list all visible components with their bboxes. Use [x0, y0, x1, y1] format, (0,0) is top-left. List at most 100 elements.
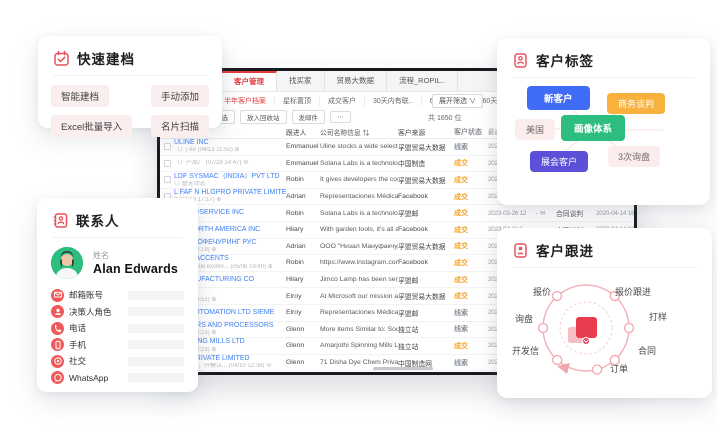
row-checkbox-cell	[160, 143, 174, 150]
company-link[interactable]: L FAF N HLGPRO PRIVATE LIMITED	[174, 189, 286, 197]
follow-up-steps: 报价报价跟进询盘打样开发信合同订单	[497, 228, 712, 398]
company-link[interactable]: ULINE INC	[174, 139, 286, 147]
filter-item[interactable]: 成交客户	[319, 96, 364, 106]
tab-item[interactable]: 流程_ROPIL..	[387, 71, 458, 91]
person-icon	[51, 305, 64, 318]
status-badge: 线索	[454, 324, 488, 334]
quick-create-card: 快速建档 智能建档手动添加Excel批量导入名片扫描	[38, 36, 222, 128]
customer-tag[interactable]: 美国	[515, 119, 555, 140]
source-cell: Facebook	[398, 259, 454, 266]
expand-filter-button[interactable]: 展开筛选 ∨	[432, 94, 483, 108]
filter-item[interactable]: 星标置顶	[274, 96, 319, 106]
status-badge: 成交	[454, 175, 488, 185]
description-cell: ООО "Низал Мануфакчуринг...	[320, 243, 398, 250]
tab-active[interactable]: 客户管理	[222, 71, 277, 91]
customer-tag[interactable]: 商务谈判	[607, 93, 665, 114]
status-badge: 成交	[454, 341, 488, 351]
horizontal-scrollbar[interactable]	[373, 367, 433, 370]
status-badge: 成交	[454, 192, 488, 202]
source-cell: 中国制造	[398, 158, 454, 168]
customer-tag[interactable]: 新客户	[527, 86, 590, 110]
owner-cell: Emmanuel	[286, 160, 320, 167]
company-subtext: 〔〕| ee (04/13 11:52) ⊕	[174, 147, 286, 154]
contact-field-input[interactable]	[128, 340, 184, 349]
customer-tag[interactable]: 展会客户	[530, 151, 588, 172]
status-badge: 成交	[454, 158, 488, 168]
total-count: 共 1650 位	[428, 113, 461, 123]
description-cell: With garden tools, it's all about ...	[320, 226, 398, 233]
last-contact-cell: 2023-03-26 12	[488, 210, 536, 217]
owner-cell: Glenn	[286, 326, 320, 333]
phone-icon	[51, 322, 64, 335]
customer-tag[interactable]: 3次询盘	[608, 146, 660, 167]
quick-create-button[interactable]: 智能建档	[51, 85, 109, 107]
mobile-icon	[51, 338, 64, 351]
avatar	[51, 247, 83, 279]
contact-field-input[interactable]	[128, 324, 184, 333]
quick-create-button-row: 智能建档 手动添加	[51, 85, 209, 107]
mail-cell: - ✉	[536, 209, 556, 217]
source-cell: 孚盟贸易大数据	[398, 175, 454, 185]
contact-field: 手机	[51, 337, 184, 354]
customer-tag[interactable]: 画像体系	[561, 115, 625, 141]
follow-up-step: 报价跟进	[615, 285, 651, 298]
contact-field-input[interactable]	[128, 307, 184, 316]
description-cell: More items Similar to: Souther...	[320, 326, 398, 333]
follow-up-step: 合同	[638, 344, 656, 357]
owner-cell: Hilary	[286, 226, 320, 233]
action-button[interactable]: 发邮件	[292, 110, 326, 124]
checkbox[interactable]	[164, 176, 171, 183]
company-link[interactable]: LDF SYSMAC（INDIA）PVT LTD	[174, 173, 286, 181]
description-cell: Solana Labs is a technology co...	[320, 210, 398, 217]
checkbox[interactable]	[164, 160, 171, 167]
customer-tags-card: 客户标签 新客户商务谈判美国画像体系展会客户3次询盘	[497, 38, 710, 205]
description-cell: Solana Labs is a technology co...	[320, 160, 398, 167]
follow-up-step: 开发信	[512, 344, 539, 357]
source-cell: 孚盟贸易大数据	[398, 291, 454, 301]
source-cell: 孚盟邮	[398, 275, 454, 285]
quick-create-title: 快速建档	[77, 48, 135, 68]
status-badge: 线索	[454, 358, 488, 368]
owner-cell: Hilary	[286, 276, 320, 283]
quick-create-button[interactable]: 名片扫描	[151, 115, 209, 137]
page: 客户管理找买家贸易大数据流程_ROPIL.. 半年客户档案 星标置顶成交客户30…	[0, 0, 717, 425]
contact-field-label: 手机	[69, 339, 123, 351]
source-cell: 孚盟邮	[398, 308, 454, 318]
column-header[interactable]: 客户来源	[398, 127, 454, 137]
column-header[interactable]: 客户状态	[454, 127, 488, 137]
mail-icon	[51, 289, 64, 302]
filter-preset[interactable]: 半年客户档案	[224, 96, 274, 106]
status-badge: 成交	[454, 258, 488, 268]
quick-create-button[interactable]: 手动添加	[151, 85, 209, 107]
tab-item[interactable]: 找买家	[277, 71, 325, 91]
source-cell: 孚盟贸易大数据	[398, 241, 454, 251]
tag-cloud: 新客户商务谈判美国画像体系展会客户 3次询盘	[497, 38, 710, 205]
owner-cell: Robin	[286, 176, 320, 183]
row-checkbox-cell	[160, 176, 174, 183]
quick-create-button[interactable]: Excel批量导入	[51, 115, 132, 137]
description-cell: Amarjothi Spinning Mills Ltd. Ab...	[320, 342, 398, 349]
contact-field-input[interactable]	[128, 291, 184, 300]
contact-name-block: 姓名 Alan Edwards	[93, 250, 178, 276]
column-header[interactable]: 公司名称信息 ⇅	[320, 127, 398, 137]
contact-header: 联系人	[37, 198, 198, 237]
action-button[interactable]: ⋯	[330, 111, 351, 123]
column-header[interactable]: 跟进人	[286, 127, 320, 137]
social-icon	[51, 355, 64, 368]
tab-item[interactable]: 贸易大数据	[325, 71, 388, 91]
description-cell: Jimco Lamp has been serving t...	[320, 276, 398, 283]
owner-cell: Adrian	[286, 193, 320, 200]
action-button[interactable]: 放入回收站	[240, 110, 287, 124]
contact-field-input[interactable]	[128, 373, 184, 382]
contact-field-input[interactable]	[128, 357, 184, 366]
contact-identity: 姓名 Alan Edwards	[37, 238, 198, 284]
table-row[interactable]: RIES @SERVICE INCRobinSolana Labs is a t…	[160, 205, 634, 222]
filter-item[interactable]: 30天内有联..	[364, 96, 421, 106]
follow-up-step: 订单	[610, 362, 628, 375]
status-badge: 成交	[454, 275, 488, 285]
source-cell: 独立站	[398, 341, 454, 351]
checkbox[interactable]	[164, 143, 171, 150]
description-cell: 71 Disha Dye Chem Private Lim...	[320, 359, 398, 366]
calendar-check-icon	[53, 50, 70, 67]
description-cell: Representaciones Médicas del ...	[320, 193, 398, 200]
